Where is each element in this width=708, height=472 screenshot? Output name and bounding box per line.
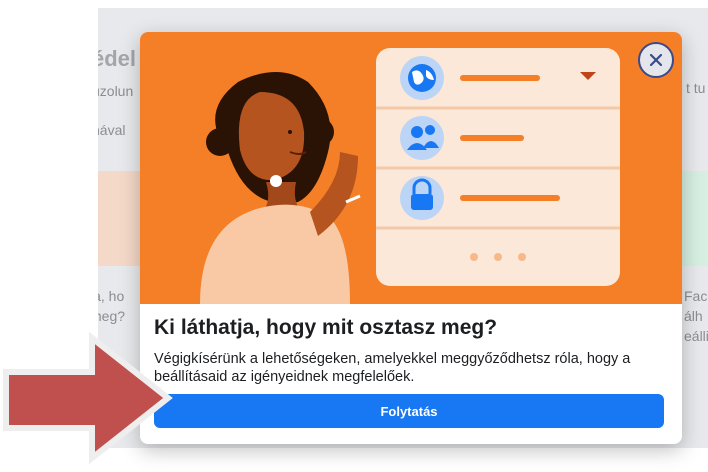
lock-icon xyxy=(400,176,444,220)
bg-line: t tu xyxy=(686,80,706,96)
privacy-checkup-modal: Ki láthatja, hogy mit osztasz meg? Végig… xyxy=(140,32,682,444)
illustration xyxy=(140,32,682,304)
person-illustration xyxy=(200,72,361,304)
modal-heading: Ki láthatja, hogy mit osztasz meg? xyxy=(154,316,498,339)
arrow-annotation xyxy=(3,331,173,465)
globe-icon xyxy=(400,56,444,100)
bg-title: édel xyxy=(98,46,137,71)
bg-caption: álh xyxy=(684,308,703,324)
bg-caption: meg? xyxy=(98,308,126,324)
close-icon xyxy=(649,53,663,67)
bg-line: nával xyxy=(98,122,126,138)
close-button[interactable] xyxy=(638,42,674,78)
friends-icon xyxy=(400,116,444,160)
bg-caption: ja, ho xyxy=(98,288,125,304)
bg-line: uzolun xyxy=(98,83,134,99)
continue-button[interactable]: Folytatás xyxy=(154,394,664,428)
modal-description: Végigkísérünk a lehetőségeken, amelyekke… xyxy=(154,351,631,385)
illustration-art xyxy=(200,48,620,304)
bg-caption: Fac xyxy=(684,288,708,304)
bg-caption: eálli xyxy=(684,328,708,344)
